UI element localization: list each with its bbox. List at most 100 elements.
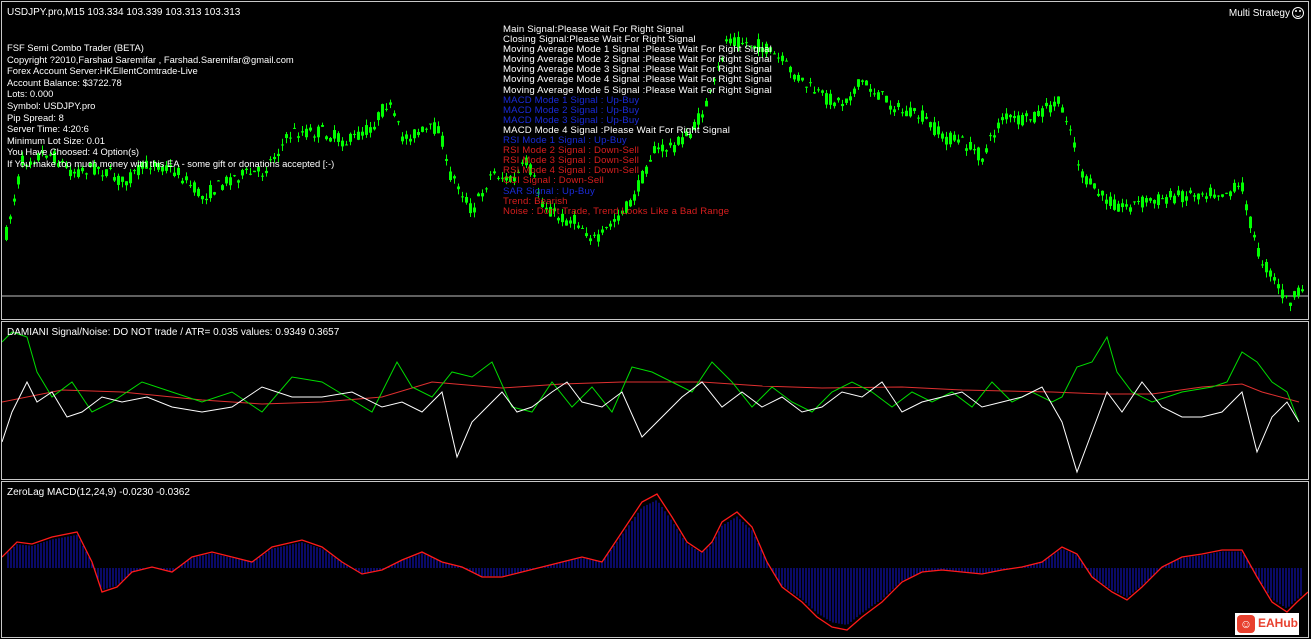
candle-body — [925, 116, 928, 119]
candle-body — [833, 102, 836, 107]
candle-body — [1225, 192, 1228, 194]
candle-body — [1017, 115, 1020, 125]
candle-body — [213, 192, 216, 195]
candle-body — [381, 104, 384, 117]
candle-body — [989, 135, 992, 137]
candle-body — [1165, 197, 1168, 204]
candle-body — [565, 220, 568, 226]
candle-body — [1265, 261, 1268, 273]
candle-body — [593, 234, 596, 236]
candle-body — [877, 92, 880, 100]
smiley-icon[interactable] — [1292, 7, 1304, 19]
macd-header: ZeroLag MACD(12,24,9) -0.0230 -0.0362 — [7, 487, 190, 498]
macd-plot[interactable] — [2, 482, 1308, 637]
candle-body — [921, 110, 924, 122]
candle-body — [773, 53, 776, 55]
candle-body — [861, 80, 864, 82]
candle-body — [221, 185, 224, 190]
candle-body — [1049, 104, 1052, 113]
candle-body — [613, 219, 616, 222]
candle-body — [1241, 182, 1244, 192]
candle-body — [797, 74, 800, 81]
candle-body — [1037, 110, 1040, 116]
candle-body — [121, 176, 124, 182]
candle-body — [229, 177, 232, 186]
candle-body — [377, 112, 380, 121]
candle-body — [845, 98, 848, 103]
info-line: Copyright ?2010,Farshad Saremifar , Fars… — [7, 53, 294, 65]
candle-body — [569, 220, 572, 224]
candle-body — [13, 198, 16, 202]
candle-body — [981, 158, 984, 162]
candle-body — [1277, 284, 1280, 289]
candle-body — [249, 173, 252, 175]
candle-body — [1113, 199, 1116, 210]
candle-body — [909, 107, 912, 117]
price-chart-panel[interactable]: USDJPY.pro,M15 103.334 103.339 103.313 1… — [1, 1, 1309, 320]
candle-body — [497, 177, 500, 179]
candle-body — [997, 122, 1000, 129]
damiani-indicator-panel[interactable]: DAMIANI Signal/Noise: DO NOT trade / ATR… — [1, 321, 1309, 480]
candle-body — [1169, 191, 1172, 198]
candle-body — [1045, 102, 1048, 107]
candle-body — [609, 223, 612, 227]
eahub-logo-text: EAHub — [1258, 616, 1298, 630]
candle-body — [813, 92, 816, 94]
expert-name-label: Multi Strategy — [1228, 8, 1290, 19]
candle-body — [77, 169, 80, 177]
candle-body — [233, 175, 236, 177]
candle-body — [133, 170, 136, 172]
candle-body — [1197, 193, 1200, 200]
info-line: Minimum Lot Size: 0.01 — [7, 134, 105, 146]
candle-body — [969, 141, 972, 150]
candle-body — [173, 172, 176, 177]
candle-body — [1129, 207, 1132, 212]
candle-body — [1001, 117, 1004, 121]
candle-body — [949, 132, 952, 145]
candle-body — [73, 171, 76, 174]
candle-body — [893, 109, 896, 113]
candle-body — [1125, 204, 1128, 207]
candle-body — [5, 227, 8, 240]
signal-line: CCI Signal : Down-Sell — [503, 175, 604, 187]
candle-body — [849, 96, 852, 101]
candle-body — [581, 227, 584, 229]
candle-body — [1257, 247, 1260, 257]
candle-body — [1177, 190, 1180, 196]
candle-body — [913, 108, 916, 112]
candle-body — [801, 77, 804, 81]
candle-body — [1249, 216, 1252, 229]
candle-body — [413, 129, 416, 139]
candle-body — [1161, 198, 1164, 200]
candle-body — [237, 180, 240, 183]
candle-body — [805, 86, 808, 88]
candle-body — [125, 181, 128, 186]
candle-body — [1085, 176, 1088, 185]
candle-body — [189, 185, 192, 187]
candle-body — [1069, 129, 1072, 131]
candle-body — [485, 188, 488, 190]
macd-indicator-panel[interactable]: ZeroLag MACD(12,24,9) -0.0230 -0.0362 — [1, 481, 1309, 638]
candle-body — [1021, 115, 1024, 126]
candle-body — [1221, 194, 1224, 197]
candle-body — [785, 60, 788, 62]
candle-body — [897, 102, 900, 108]
candle-body — [1005, 113, 1008, 120]
candle-body — [493, 171, 496, 174]
info-line: Lots: 0.000 — [7, 88, 54, 100]
candle-body — [917, 117, 920, 119]
ea-info-block: FSF Semi Combo Trader (BETA) Copyright ?2… — [7, 42, 334, 170]
signal-line: Noise : Don't Trade, Trend Looks Like a … — [503, 205, 730, 217]
candle-body — [1185, 196, 1188, 201]
candle-body — [353, 133, 356, 135]
candle-body — [1193, 195, 1196, 197]
candle-body — [1205, 196, 1208, 199]
candle-body — [1145, 198, 1148, 203]
candle-body — [473, 207, 476, 213]
info-line: If You make too much money with this EA … — [7, 157, 335, 169]
candle-body — [1065, 121, 1068, 123]
candle-body — [953, 134, 956, 141]
candle-body — [589, 238, 592, 242]
candle-body — [933, 122, 936, 135]
damiani-plot[interactable] — [2, 322, 1308, 479]
